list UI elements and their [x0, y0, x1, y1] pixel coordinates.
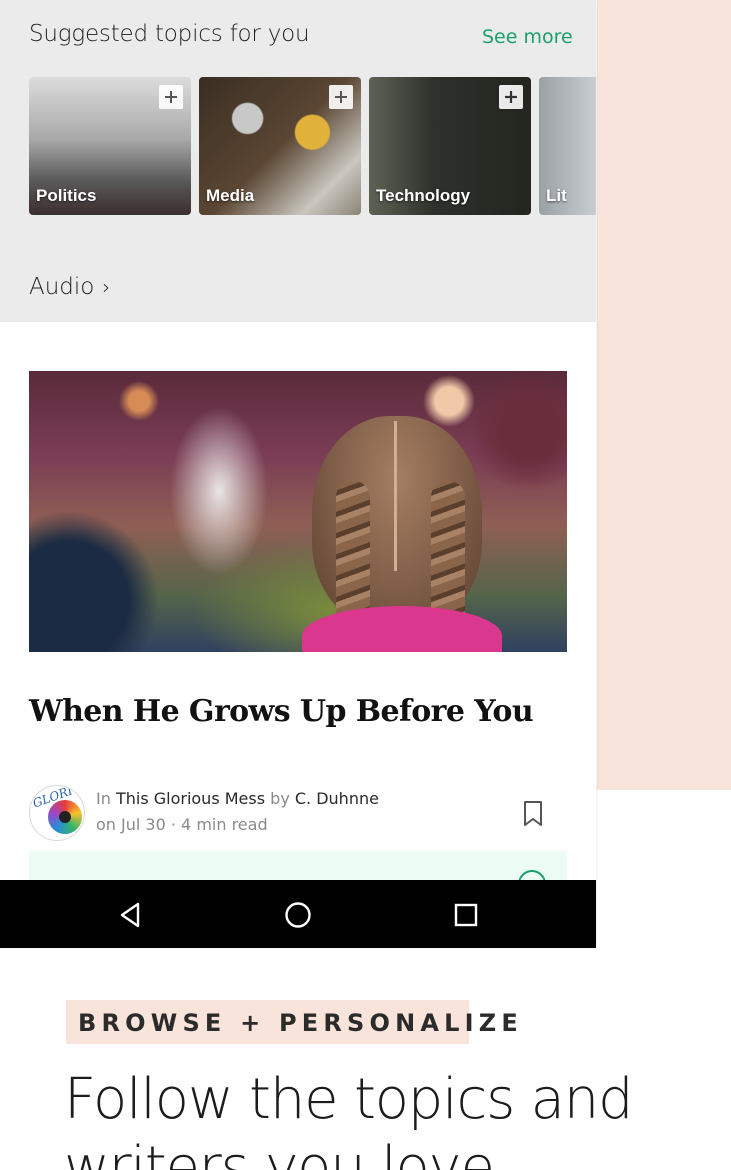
in-prefix: In [96, 789, 111, 808]
audio-section-link[interactable]: Audio › [29, 274, 110, 300]
by-prefix: by [270, 789, 290, 808]
android-nav-bar [0, 880, 596, 948]
bookmark-icon[interactable] [522, 800, 544, 828]
publication-avatar[interactable]: GLORI [29, 785, 85, 841]
topic-card-lit[interactable]: Lit [539, 77, 596, 215]
suggested-topics-section: Suggested topics for you See more Politi… [0, 0, 596, 322]
topic-label: Technology [376, 186, 471, 205]
logo-core [59, 811, 71, 823]
topic-label: Media [206, 186, 255, 205]
article-meta: on Jul 30 · 4 min read [96, 815, 268, 834]
author-link[interactable]: C. Duhnne [295, 789, 379, 808]
hero-detail [394, 421, 397, 571]
topic-card-technology[interactable]: Technology [369, 77, 531, 215]
phone-screen: Suggested topics for you See more Politi… [0, 0, 596, 948]
section-title: Suggested topics for you [29, 21, 310, 47]
article-title[interactable]: When He Grows Up Before You [29, 694, 534, 729]
promo-badge: BROWSE + PERSONALIZE [66, 1000, 518, 1044]
publication-link[interactable]: This Glorious Mess [116, 789, 265, 808]
topic-label: Lit [546, 186, 567, 205]
plus-icon[interactable] [499, 85, 523, 109]
back-triangle-icon[interactable] [116, 900, 146, 930]
home-circle-icon[interactable] [283, 900, 313, 930]
recent-apps-square-icon[interactable] [451, 900, 481, 930]
plus-icon[interactable] [159, 85, 183, 109]
promo-headline: Follow the topics and writers you love [64, 1067, 634, 1170]
article-hero-image[interactable] [29, 371, 567, 652]
promo-badge-text: BROWSE + PERSONALIZE [78, 1009, 523, 1037]
article-byline: In This Glorious Mess by C. Duhnne [96, 789, 379, 808]
plus-icon[interactable] [329, 85, 353, 109]
see-more-link[interactable]: See more [482, 26, 573, 48]
topic-label: Politics [36, 186, 97, 205]
topic-card-politics[interactable]: Politics [29, 77, 191, 215]
chevron-right-icon: › [102, 275, 111, 299]
read-time: 4 min read [181, 815, 268, 834]
next-card-strip [29, 851, 567, 881]
meta-separator: · [170, 815, 176, 834]
peach-background-panel [597, 0, 731, 790]
article-date: on Jul 30 [96, 815, 166, 834]
topic-card-media[interactable]: Media [199, 77, 361, 215]
audio-label: Audio [29, 274, 95, 300]
hero-detail [302, 606, 502, 652]
